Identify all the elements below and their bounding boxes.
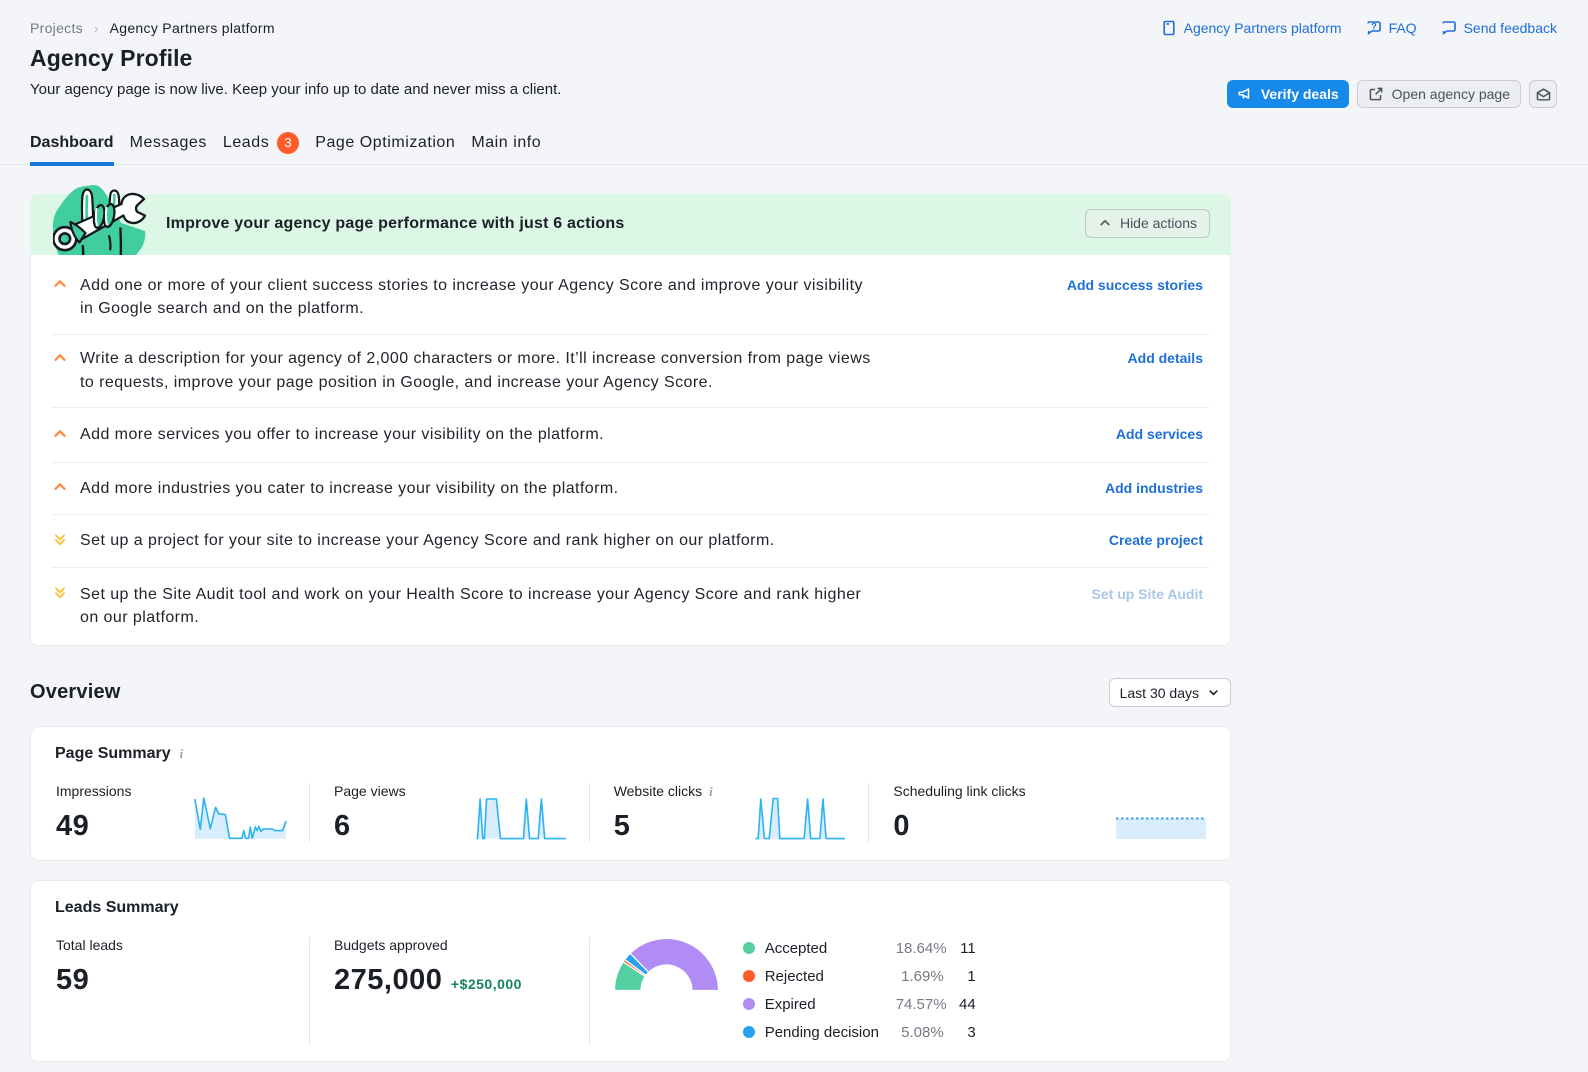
svg-text:?: ? bbox=[1371, 21, 1377, 31]
